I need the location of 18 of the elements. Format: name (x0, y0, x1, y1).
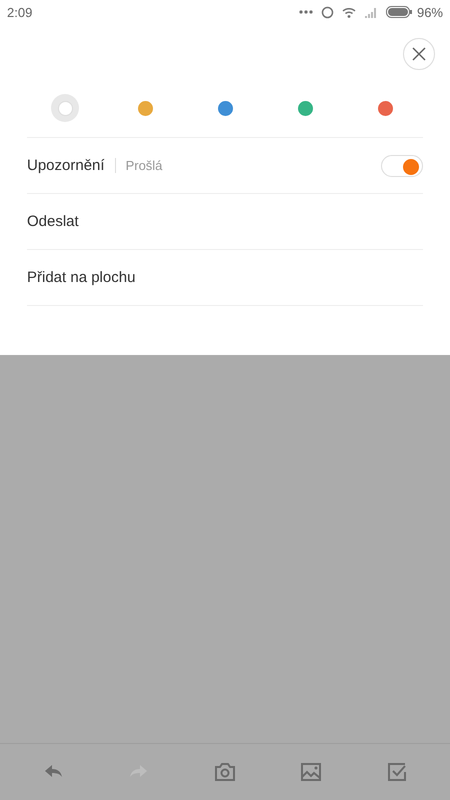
signal-icon (364, 6, 378, 18)
wifi-icon (342, 6, 356, 18)
dots-icon (298, 10, 313, 14)
checkbox-icon[interactable] (385, 760, 409, 784)
color-option[interactable] (51, 94, 79, 122)
menu-item[interactable]: Odeslat (27, 213, 79, 230)
menu-item[interactable]: Přidat na plochu (27, 269, 136, 286)
battery-icon (386, 6, 412, 18)
clock: 2:09 (7, 4, 32, 20)
close-icon (412, 47, 426, 61)
battery-percent: 96% (416, 4, 443, 20)
toggle-switch[interactable] (381, 154, 423, 176)
menu-item[interactable]: Upozornění (27, 157, 105, 174)
image-icon[interactable] (299, 760, 323, 784)
close-button[interactable] (403, 38, 435, 70)
sync-icon (320, 6, 334, 18)
item-detail: Prošlá (114, 158, 162, 173)
camera-icon[interactable] (213, 760, 237, 784)
